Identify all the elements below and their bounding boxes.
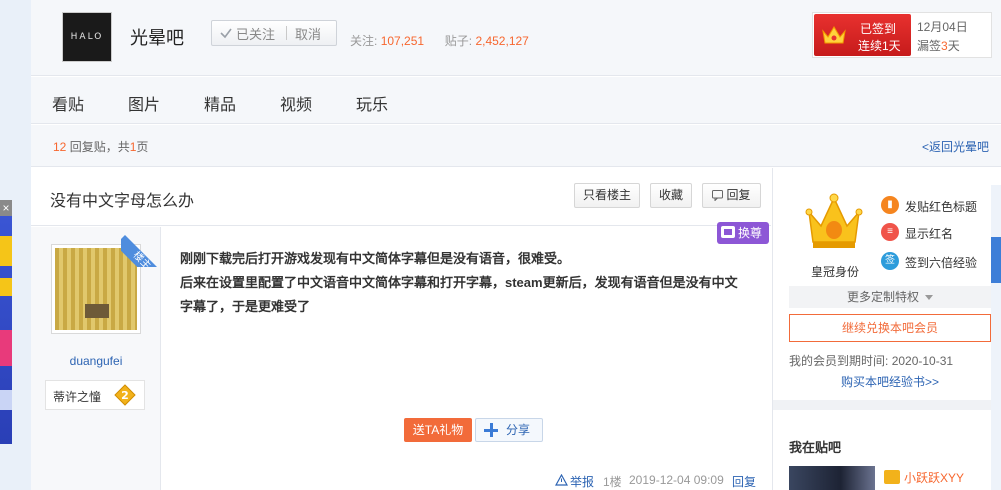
side-ad-strip[interactable]: × <box>0 200 12 444</box>
divider <box>773 400 1001 410</box>
favorite-button[interactable]: 收藏 <box>650 183 692 208</box>
share-label: 分享 <box>506 423 531 437</box>
expiry-date: 2020-10-31 <box>891 354 954 368</box>
back-to-forum-link[interactable]: <返回光晕吧 <box>922 138 989 155</box>
posts-label: 贴子: <box>444 34 473 48</box>
my-bar-title: 我在贴吧 <box>789 440 842 455</box>
level-badge-icon: 2 <box>114 384 136 406</box>
level-icon <box>884 470 900 484</box>
tab-fun[interactable]: 玩乐 <box>356 91 388 115</box>
ad-block <box>0 236 12 266</box>
perk-label: 显示红名 <box>905 227 954 241</box>
tab-featured[interactable]: 精品 <box>204 91 236 115</box>
author-name[interactable]: duangufei <box>31 354 161 368</box>
forum-nav: 看贴 图片 精品 视频 玩乐 <box>31 77 1001 124</box>
ad-block <box>0 278 12 296</box>
missed-days: 漏签3天 <box>917 37 960 54</box>
post-content: 刚刚下载完后打开游戏发现有中文简体字幕但是没有语音，很难受。 后来在设置里配置了… <box>180 247 750 319</box>
warning-icon <box>555 474 568 486</box>
signin-date: 12月04日 <box>917 20 968 34</box>
floating-toolbar <box>991 185 1001 490</box>
only-op-button[interactable]: 只看楼主 <box>574 183 640 208</box>
level-number: 2 <box>121 389 129 402</box>
report-link[interactable]: 举报 <box>570 473 594 490</box>
forum-name[interactable]: 光晕吧 <box>130 24 184 50</box>
ad-block <box>0 390 12 410</box>
forum-header: HALO 光晕吧 已关注 取消 关注: 107,251 贴子: 2,452,12… <box>31 0 1001 76</box>
post-text-line: 后来在设置里配置了中文语音中文简体字幕和打开字幕，steam更新后，发现有语音但… <box>180 275 738 314</box>
reply-button[interactable]: 回复 <box>702 183 761 208</box>
share-button[interactable]: 分享 <box>475 418 543 442</box>
tab-videos[interactable]: 视频 <box>280 91 312 115</box>
pages-label: 页 <box>136 140 149 154</box>
post-floor-1: 楼主 duangufei 蒂许之憧 2 换尊 刚刚下载完后打开游戏发现有中文简体… <box>31 222 771 490</box>
my-bar-avatar[interactable] <box>789 466 875 490</box>
signin-panel: 已签到 连续1天 12月04日 漏签3天 <box>812 12 992 58</box>
followers-label: 关注: <box>350 34 378 48</box>
forum-stats: 关注: 107,251 贴子: 2,452,127 <box>350 32 529 49</box>
swap-icon <box>721 226 735 238</box>
followed-button[interactable]: 已关注 <box>212 24 286 43</box>
chevron-down-icon <box>925 295 933 300</box>
floor-number: 1楼 <box>603 475 622 489</box>
posts-count: 2,452,127 <box>475 34 529 48</box>
thread-pager: 12 回复贴，共1页 <返回光晕吧 <box>31 125 1001 167</box>
forum-logo[interactable]: HALO <box>62 12 112 62</box>
missed-suffix: 天 <box>947 39 960 53</box>
close-icon[interactable]: × <box>0 200 12 216</box>
name-icon: ≡ <box>881 223 899 241</box>
author-panel: 楼主 duangufei 蒂许之憧 2 <box>31 227 161 490</box>
share-plus-icon <box>484 423 498 437</box>
level-title: 蒂许之憧 <box>53 390 102 404</box>
thread-title-bar: 没有中文字母怎么办 只看楼主 收藏 回复 <box>31 168 771 226</box>
my-bar-username[interactable]: 小跃跃XYY <box>884 469 964 486</box>
crown-icon <box>822 26 846 44</box>
member-sidebar: 皇冠身份 ▮ 发贴红色标题 ≡ 显示红名 签 签到六倍经验 更多定制特权 继续兑… <box>772 168 1001 490</box>
op-ribbon-label: 楼主 <box>121 235 161 267</box>
tab-images[interactable]: 图片 <box>128 91 160 115</box>
perk-label: 发贴红色标题 <box>905 200 978 214</box>
follow-group: 已关注 取消 <box>211 20 337 46</box>
signin-status: 已签到 <box>860 22 897 36</box>
replies-label: 回复贴，共 <box>69 140 130 154</box>
page: HALO 光晕吧 已关注 取消 关注: 107,251 贴子: 2,452,12… <box>31 0 1001 490</box>
post-timestamp: 2019-12-04 09:09 <box>629 473 724 487</box>
followers-count: 107,251 <box>380 34 425 48</box>
reply-count-info: 12 回复贴，共1页 <box>53 138 148 155</box>
user-level-badge[interactable]: 蒂许之憧 2 <box>45 380 145 410</box>
check-icon <box>220 28 232 39</box>
cancel-follow-button[interactable]: 取消 <box>287 24 321 43</box>
reply-button-label: 回复 <box>726 188 751 202</box>
op-ribbon: 楼主 <box>121 227 161 267</box>
replies-count: 12 <box>53 140 67 154</box>
tab-posts[interactable]: 看贴 <box>52 91 84 115</box>
membership-expiry: 我的会员到期时间: 2020-10-31 <box>789 352 953 369</box>
expiry-label: 我的会员到期时间: <box>789 354 889 368</box>
sign-icon: 签 <box>881 252 899 270</box>
crown-icon[interactable] <box>803 192 865 252</box>
signin-streak: 连续1天 <box>858 39 901 53</box>
swap-badge[interactable]: 换尊 <box>717 222 769 244</box>
swap-badge-label: 换尊 <box>738 226 763 240</box>
more-perks-toggle[interactable]: 更多定制特权 <box>789 286 991 308</box>
send-gift-button[interactable]: 送TA礼物 <box>404 418 472 442</box>
missed-count: 3 <box>941 39 948 53</box>
continue-membership-button[interactable]: 继续兑换本吧会员 <box>789 314 991 342</box>
post-text-line: 刚刚下载完后打开游戏发现有中文简体字幕但是没有语音，很难受。 <box>180 251 571 266</box>
floating-toolbar-button[interactable] <box>991 237 1001 283</box>
thread-title: 没有中文字母怎么办 <box>50 193 195 210</box>
buy-exp-book-link[interactable]: 购买本吧经验书>> <box>841 373 939 390</box>
crown-label: 皇冠身份 <box>811 265 860 279</box>
post-reply-link[interactable]: 回复 <box>732 473 756 490</box>
more-perks-label: 更多定制特权 <box>846 290 919 304</box>
signin-button[interactable]: 已签到 连续1天 <box>814 14 911 56</box>
missed-prefix: 漏签 <box>917 39 942 53</box>
perk-label: 签到六倍经验 <box>905 256 978 270</box>
my-bar-username-label: 小跃跃XYY <box>904 471 965 485</box>
title-icon: ▮ <box>881 196 899 214</box>
comment-icon <box>712 190 723 201</box>
ad-block <box>0 330 12 366</box>
followed-label: 已关注 <box>236 26 276 42</box>
